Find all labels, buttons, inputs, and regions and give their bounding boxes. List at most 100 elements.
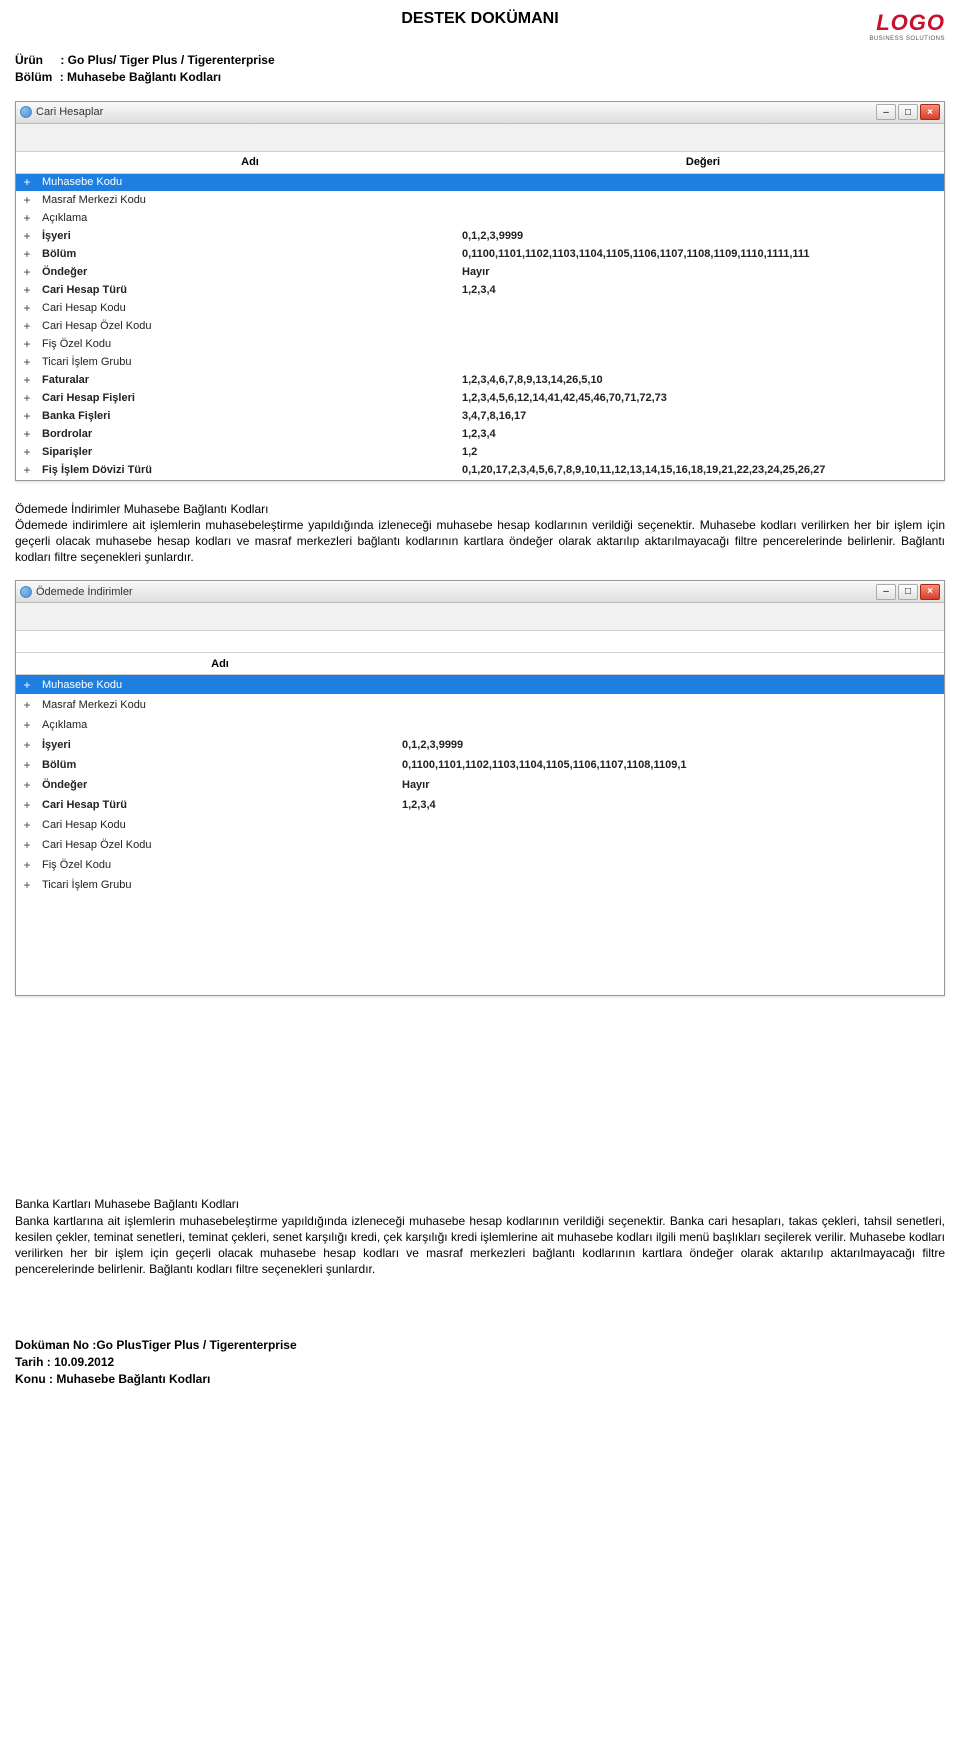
titlebar: Cari Hesaplar – □ × <box>16 102 944 124</box>
page-header: DESTEK DOKÜMANI LOGO BUSINESS SOLUTIONS <box>15 10 945 42</box>
window-cari-hesaplar: Cari Hesaplar – □ × Adı Değeri +Muhasebe… <box>15 101 945 481</box>
section-heading: Banka Kartları Muhasebe Bağlantı Kodları <box>15 1196 945 1212</box>
table-row[interactable]: +Cari Hesap Özel Kodu <box>16 835 944 855</box>
expand-icon[interactable]: + <box>16 319 38 333</box>
logo: LOGO BUSINESS SOLUTIONS <box>825 10 945 42</box>
row-name: Bordrolar <box>38 428 458 440</box>
expand-icon[interactable]: + <box>16 778 38 792</box>
table-row[interactable]: +Faturalar1,2,3,4,6,7,8,9,13,14,26,5,10 <box>16 372 944 390</box>
row-value: 0,1100,1101,1102,1103,1104,1105,1106,110… <box>398 759 944 771</box>
table-row[interactable]: +Bölüm0,1100,1101,1102,1103,1104,1105,11… <box>16 246 944 264</box>
table-row[interactable]: +Açıklama <box>16 715 944 735</box>
table-row[interactable]: +Cari Hesap Kodu <box>16 815 944 835</box>
expand-icon[interactable]: + <box>16 678 38 692</box>
maximize-button[interactable]: □ <box>898 584 918 600</box>
table-row[interactable]: +Bölüm0,1100,1101,1102,1103,1104,1105,11… <box>16 755 944 775</box>
table-row[interactable]: +Cari Hesap Türü1,2,3,4 <box>16 795 944 815</box>
expand-icon[interactable]: + <box>16 337 38 351</box>
toolbar <box>16 603 944 631</box>
row-name: İşyeri <box>38 230 458 242</box>
footer-subject-value: Muhasebe Bağlantı Kodları <box>56 1372 210 1386</box>
expand-icon[interactable]: + <box>16 247 38 261</box>
grid-body: +Muhasebe Kodu+Masraf Merkezi Kodu+Açıkl… <box>16 174 944 480</box>
table-row[interactable]: +ÖndeğerHayır <box>16 775 944 795</box>
expand-icon[interactable]: + <box>16 283 38 297</box>
app-icon <box>20 106 32 118</box>
doc-footer: Doküman No :Go PlusTiger Plus / Tigerent… <box>15 1337 945 1387</box>
logo-tagline: BUSINESS SOLUTIONS <box>825 36 945 42</box>
minimize-button[interactable]: – <box>876 104 896 120</box>
row-name: Cari Hesap Türü <box>38 799 398 811</box>
doc-title: DESTEK DOKÜMANI <box>135 10 825 28</box>
table-row[interactable]: +Cari Hesap Kodu <box>16 300 944 318</box>
expand-icon[interactable]: + <box>16 798 38 812</box>
table-row[interactable]: +Siparişler1,2 <box>16 444 944 462</box>
row-value: 0,1,2,3,9999 <box>458 230 944 242</box>
expand-icon[interactable]: + <box>16 718 38 732</box>
expand-icon[interactable]: + <box>16 858 38 872</box>
grid-header-name: Adı <box>38 156 458 168</box>
app-icon <box>20 586 32 598</box>
maximize-button[interactable]: □ <box>898 104 918 120</box>
expand-icon[interactable]: + <box>16 211 38 225</box>
expand-icon[interactable]: + <box>16 193 38 207</box>
table-row[interactable]: +İşyeri0,1,2,3,9999 <box>16 735 944 755</box>
expand-icon[interactable]: + <box>16 229 38 243</box>
expand-icon[interactable]: + <box>16 758 38 772</box>
table-row[interactable]: +İşyeri0,1,2,3,9999 <box>16 228 944 246</box>
footer-docno-label: Doküman No : <box>15 1338 96 1352</box>
row-name: Masraf Merkezi Kodu <box>38 194 458 206</box>
row-name: Cari Hesap Özel Kodu <box>38 839 398 851</box>
table-row[interactable]: +Cari Hesap Özel Kodu <box>16 318 944 336</box>
table-row[interactable]: +Cari Hesap Fişleri1,2,3,4,5,6,12,14,41,… <box>16 390 944 408</box>
row-name: Ticari İşlem Grubu <box>38 356 458 368</box>
expand-icon[interactable]: + <box>16 463 38 477</box>
row-name: Öndeğer <box>38 266 458 278</box>
expand-icon[interactable]: + <box>16 878 38 892</box>
expand-icon[interactable]: + <box>16 738 38 752</box>
toolbar <box>16 124 944 152</box>
table-row[interactable]: +Fiş İşlem Dövizi Türü0,1,20,17,2,3,4,5,… <box>16 462 944 480</box>
row-value: 0,1100,1101,1102,1103,1104,1105,1106,110… <box>458 248 944 260</box>
table-row[interactable]: +Cari Hesap Türü1,2,3,4 <box>16 282 944 300</box>
meta-urun-label: Ürün <box>15 53 43 67</box>
table-row[interactable]: +Fiş Özel Kodu <box>16 855 944 875</box>
expand-icon[interactable]: + <box>16 391 38 405</box>
section-banka-kartlari: Banka Kartları Muhasebe Bağlantı Kodları… <box>15 1196 945 1277</box>
expand-icon[interactable]: + <box>16 818 38 832</box>
row-name: Cari Hesap Türü <box>38 284 458 296</box>
table-row[interactable]: +Ticari İşlem Grubu <box>16 354 944 372</box>
table-row[interactable]: +Masraf Merkezi Kodu <box>16 192 944 210</box>
table-row[interactable]: +Açıklama <box>16 210 944 228</box>
table-row[interactable]: +Ticari İşlem Grubu <box>16 875 944 895</box>
expand-icon[interactable]: + <box>16 409 38 423</box>
table-row[interactable]: +Masraf Merkezi Kodu <box>16 695 944 715</box>
close-button[interactable]: × <box>920 104 940 120</box>
table-row[interactable]: +ÖndeğerHayır <box>16 264 944 282</box>
expand-icon[interactable]: + <box>16 427 38 441</box>
section-odemede-indirimler: Ödemede İndirimler Muhasebe Bağlantı Kod… <box>15 501 945 566</box>
row-name: Bölüm <box>38 248 458 260</box>
row-name: Açıklama <box>38 719 398 731</box>
table-row[interactable]: +Banka Fişleri3,4,7,8,16,17 <box>16 408 944 426</box>
expand-icon[interactable]: + <box>16 175 38 189</box>
minimize-button[interactable]: – <box>876 584 896 600</box>
expand-icon[interactable]: + <box>16 301 38 315</box>
table-row[interactable]: +Bordrolar1,2,3,4 <box>16 426 944 444</box>
row-name: Açıklama <box>38 212 458 224</box>
table-row[interactable]: +Fiş Özel Kodu <box>16 336 944 354</box>
table-row[interactable]: +Muhasebe Kodu <box>16 675 944 695</box>
close-button[interactable]: × <box>920 584 940 600</box>
expand-icon[interactable]: + <box>16 373 38 387</box>
expand-icon[interactable]: + <box>16 838 38 852</box>
row-name: İşyeri <box>38 739 398 751</box>
row-name: Öndeğer <box>38 779 398 791</box>
expand-icon[interactable]: + <box>16 265 38 279</box>
grid-header-name: Adı <box>38 658 398 670</box>
grid-header: Adı Değeri <box>16 152 944 174</box>
row-name: Bölüm <box>38 759 398 771</box>
expand-icon[interactable]: + <box>16 698 38 712</box>
expand-icon[interactable]: + <box>16 355 38 369</box>
table-row[interactable]: +Muhasebe Kodu <box>16 174 944 192</box>
expand-icon[interactable]: + <box>16 445 38 459</box>
